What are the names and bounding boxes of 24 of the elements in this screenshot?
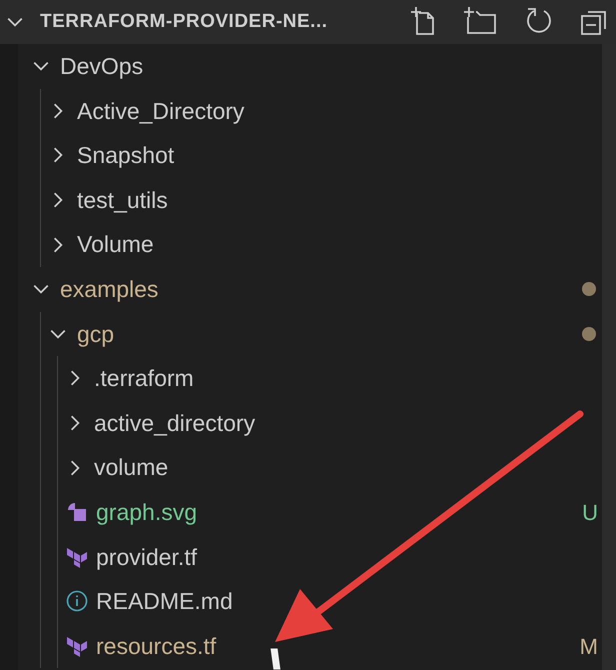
git-status: U [582,498,598,527]
folder-item[interactable]: volume [18,445,616,490]
terraform-file-icon [66,546,88,568]
refresh-icon[interactable] [524,7,552,35]
image-file-icon [66,501,88,524]
folder-item[interactable]: Volume [18,222,616,267]
folder-item[interactable]: .terraform [18,356,616,401]
file-item[interactable]: provider.tf [18,534,616,580]
new-folder-icon[interactable] [464,7,496,35]
project-title: TERRAFORM-PROVIDER-NE... [40,10,328,34]
folder-item[interactable]: examples [18,266,616,312]
folder-item[interactable]: Active_Directory [18,88,616,134]
folder-item[interactable]: active_directory [18,400,616,446]
folder-item[interactable]: DevOps [18,44,616,89]
new-file-icon[interactable] [410,7,436,37]
folder-item[interactable]: test_utils [18,178,616,222]
file-item[interactable]: graph.svg U [18,490,616,535]
folder-item[interactable]: Snapshot [18,133,616,178]
file-item[interactable]: resources.tf M [18,624,616,668]
file-item[interactable]: README.md [18,579,616,624]
git-status: M [580,632,598,661]
folder-item[interactable]: gcp [18,312,616,356]
terraform-file-icon [66,635,88,658]
info-file-icon [66,590,88,612]
